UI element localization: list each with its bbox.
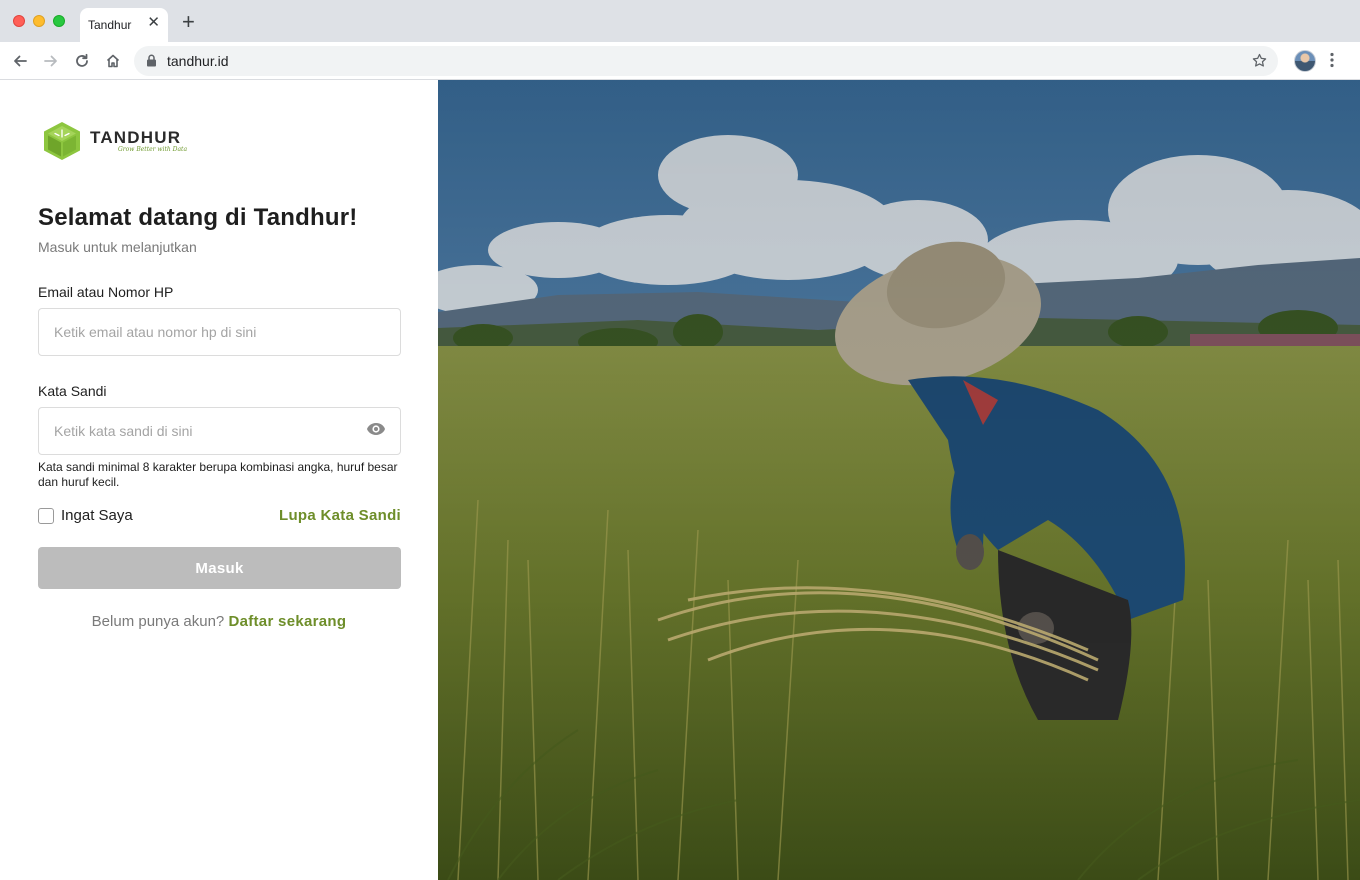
- hero-image: [438, 80, 1360, 880]
- back-icon[interactable]: [10, 51, 30, 71]
- brand-name: TANDHUR: [90, 128, 182, 147]
- new-tab-button[interactable]: +: [182, 11, 195, 33]
- url-text: tandhur.id: [167, 53, 229, 69]
- tandhur-logo-icon: [43, 121, 81, 166]
- email-label: Email atau Nomor HP: [38, 284, 174, 300]
- password-field[interactable]: [38, 407, 401, 455]
- browser-tab-bar: Tandhur ✕ +: [0, 0, 1360, 42]
- tab-title: Tandhur: [88, 18, 132, 32]
- forgot-password-link[interactable]: Lupa Kata Sandi: [279, 507, 401, 524]
- close-window-button[interactable]: [13, 15, 25, 27]
- brand-tagline: Grow Better with Data: [118, 146, 188, 153]
- home-icon[interactable]: [103, 51, 123, 71]
- browser-toolbar: tandhur.id: [0, 42, 1360, 80]
- password-hint: Kata sandi minimal 8 karakter berupa kom…: [38, 460, 398, 489]
- password-label: Kata Sandi: [38, 383, 107, 399]
- minimize-window-button[interactable]: [33, 15, 45, 27]
- profile-avatar[interactable]: [1294, 50, 1316, 72]
- signup-prompt: Belum punya akun? Daftar sekarang: [0, 613, 438, 630]
- forward-icon[interactable]: [41, 51, 61, 71]
- remember-me-label[interactable]: Ingat Saya: [61, 507, 133, 524]
- tab-close-icon[interactable]: ✕: [147, 15, 160, 30]
- bookmark-star-icon[interactable]: [1251, 52, 1268, 74]
- reload-icon[interactable]: [72, 51, 92, 71]
- email-field[interactable]: [38, 308, 401, 356]
- show-password-eye-icon[interactable]: [366, 422, 386, 441]
- signup-link[interactable]: Daftar sekarang: [228, 613, 346, 630]
- page-subtitle: Masuk untuk melanjutkan: [38, 239, 197, 255]
- page-title: Selamat datang di Tandhur!: [38, 204, 358, 231]
- no-account-text: Belum punya akun?: [91, 613, 225, 630]
- browser-tab[interactable]: Tandhur ✕: [80, 8, 168, 42]
- login-button[interactable]: Masuk: [38, 547, 401, 589]
- address-bar[interactable]: tandhur.id: [134, 46, 1278, 76]
- lock-icon: [146, 54, 157, 72]
- maximize-window-button[interactable]: [53, 15, 65, 27]
- browser-menu-icon[interactable]: [1330, 52, 1334, 73]
- login-panel: TANDHUR Grow Better with Data Selamat da…: [0, 80, 438, 880]
- remember-me-checkbox[interactable]: [38, 508, 54, 524]
